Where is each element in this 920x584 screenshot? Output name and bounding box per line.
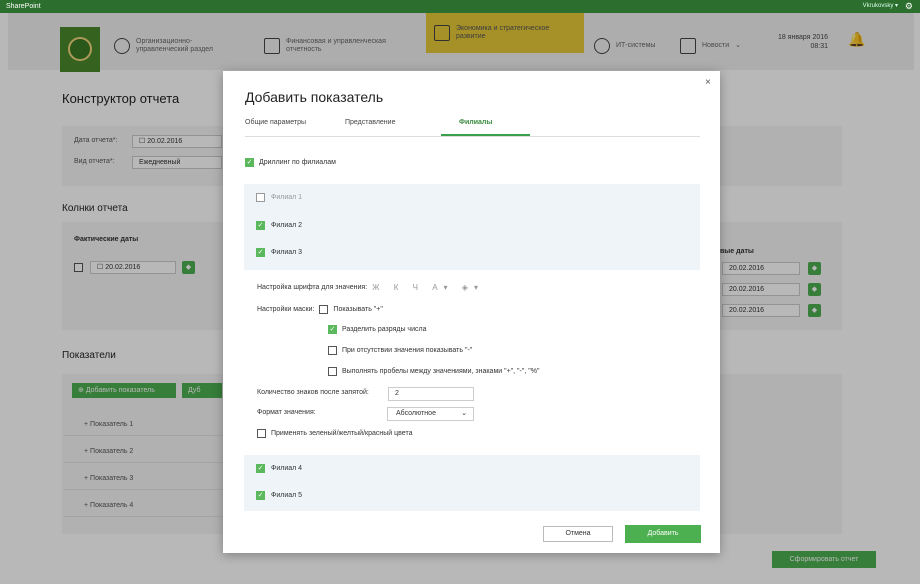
checkbox-checked[interactable]: ✓	[328, 325, 337, 334]
decimals-input[interactable]: 2	[388, 387, 474, 401]
gear-icon[interactable]: ⚙	[905, 0, 913, 13]
checkbox-checked[interactable]: ✓	[245, 158, 254, 167]
checkbox-checked[interactable]: ✓	[256, 464, 265, 473]
checkbox-checked[interactable]: ✓	[256, 221, 265, 230]
branch-item[interactable]: ✓ Филиал 4	[256, 464, 302, 473]
user-menu[interactable]: Vkrukovsky ▾	[863, 0, 898, 13]
decimals-label: Количество знаков после запятой:	[257, 389, 369, 396]
checkbox[interactable]	[328, 346, 337, 355]
branch-item[interactable]: ✓ Филиал 2	[256, 221, 302, 230]
tab-view[interactable]: Представление	[345, 119, 395, 126]
checkbox[interactable]	[319, 305, 329, 314]
add-button[interactable]: Добавить	[625, 525, 701, 543]
close-icon[interactable]: ×	[705, 77, 711, 88]
active-tab-indicator	[441, 134, 530, 136]
branch-item[interactable]: ✓ Филиал 5	[256, 491, 302, 500]
colors-option[interactable]: Применять зеленый/желтый/красный цвета	[257, 429, 412, 438]
checkbox-checked[interactable]: ✓	[256, 491, 265, 500]
checkbox-checked[interactable]: ✓	[256, 248, 265, 257]
branch-item[interactable]: ✓ Филиал 3	[256, 248, 302, 257]
mask-option[interactable]: Выполнять пробелы между значениями, знак…	[328, 367, 539, 376]
dialog-tabs: Общие параметры Представление Филиалы	[245, 117, 700, 137]
mask-option[interactable]: ✓ Разделить разряды числа	[328, 325, 426, 334]
format-select[interactable]: Абсолютное ⌄	[387, 407, 474, 421]
tab-general[interactable]: Общие параметры	[245, 119, 306, 126]
cancel-button[interactable]: Отмена	[543, 526, 613, 542]
dialog-title: Добавить показатель	[245, 89, 384, 105]
checkbox[interactable]	[257, 429, 266, 438]
branch-item[interactable]: Филиал 1	[256, 193, 302, 202]
branches-list-top	[244, 184, 700, 270]
format-label: Формат значения:	[257, 409, 316, 416]
tab-branches[interactable]: Филиалы	[459, 119, 492, 126]
add-indicator-dialog: Добавить показатель × Общие параметры Пр…	[223, 71, 720, 553]
font-style-controls[interactable]: Ж К Ч А▾ ◈▾	[372, 283, 484, 292]
mask-option[interactable]: При отсутствии значения показывать "-"	[328, 346, 472, 355]
drilling-option[interactable]: ✓ Дриллинг по филиалам	[245, 158, 336, 167]
brand-label: SharePoint	[6, 3, 41, 10]
checkbox[interactable]	[256, 193, 265, 202]
chevron-down-icon: ⌄	[461, 410, 467, 417]
branches-list-bottom	[244, 455, 700, 511]
mask-settings: Настройки маски: Показывать "+"	[257, 305, 383, 314]
top-bar: SharePoint Vkrukovsky ▾ ⚙	[0, 0, 920, 13]
font-settings: Настройка шрифта для значения: Ж К Ч А▾ …	[257, 283, 484, 292]
checkbox[interactable]	[328, 367, 337, 376]
